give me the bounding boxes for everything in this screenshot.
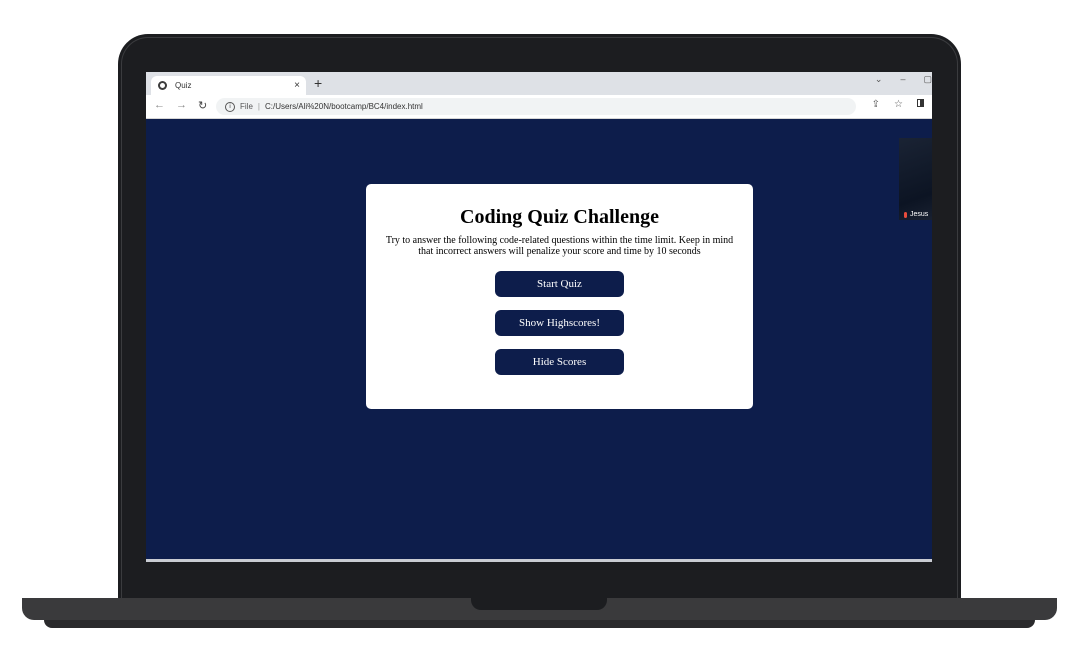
info-icon[interactable]: i (225, 101, 235, 112)
favicon-icon (158, 81, 167, 90)
share-icon[interactable]: ⇪ (872, 99, 880, 110)
reload-icon[interactable]: ↻ (198, 99, 207, 112)
close-tab-icon[interactable]: × (294, 80, 300, 91)
browser-tab[interactable]: Quiz × (151, 76, 306, 95)
back-icon[interactable]: ← (154, 99, 165, 111)
bookmark-star-icon[interactable]: ☆ (894, 99, 903, 110)
screen: Quiz × + ⌄ – ▢ ← → ↻ i File | C:/Users/A… (146, 72, 932, 561)
minimize-icon[interactable]: – (900, 74, 905, 85)
quiz-description: Try to answer the following code-related… (385, 235, 734, 257)
url-field[interactable]: i File | C:/Users/Ali%20N/bootcamp/BC4/i… (216, 98, 856, 115)
url-file-label: File (240, 102, 253, 111)
start-quiz-button[interactable]: Start Quiz (495, 271, 624, 297)
tab-title: Quiz (175, 81, 192, 90)
participant-name: Jesus (910, 211, 929, 218)
show-highscores-button[interactable]: Show Highscores! (495, 310, 624, 336)
side-panel-icon[interactable] (917, 99, 924, 107)
hide-scores-button[interactable]: Hide Scores (495, 349, 624, 375)
new-tab-button[interactable]: + (314, 75, 322, 91)
tab-search-icon[interactable]: ⌄ (875, 74, 883, 85)
quiz-title: Coding Quiz Challenge (460, 206, 659, 228)
laptop-notch (471, 598, 607, 610)
video-call-tile[interactable]: Jesus (899, 138, 932, 220)
url-text: C:/Users/Ali%20N/bootcamp/BC4/index.html (264, 102, 423, 111)
muted-mic-icon (904, 211, 907, 218)
forward-icon[interactable]: → (176, 99, 187, 111)
address-bar: ← → ↻ i File | C:/Users/Ali%20N/bootcamp… (146, 95, 932, 119)
tab-bar: Quiz × + ⌄ – ▢ (146, 72, 932, 95)
quiz-card: Coding Quiz Challenge Try to answer the … (366, 184, 753, 409)
restore-icon[interactable]: ▢ (923, 74, 932, 85)
